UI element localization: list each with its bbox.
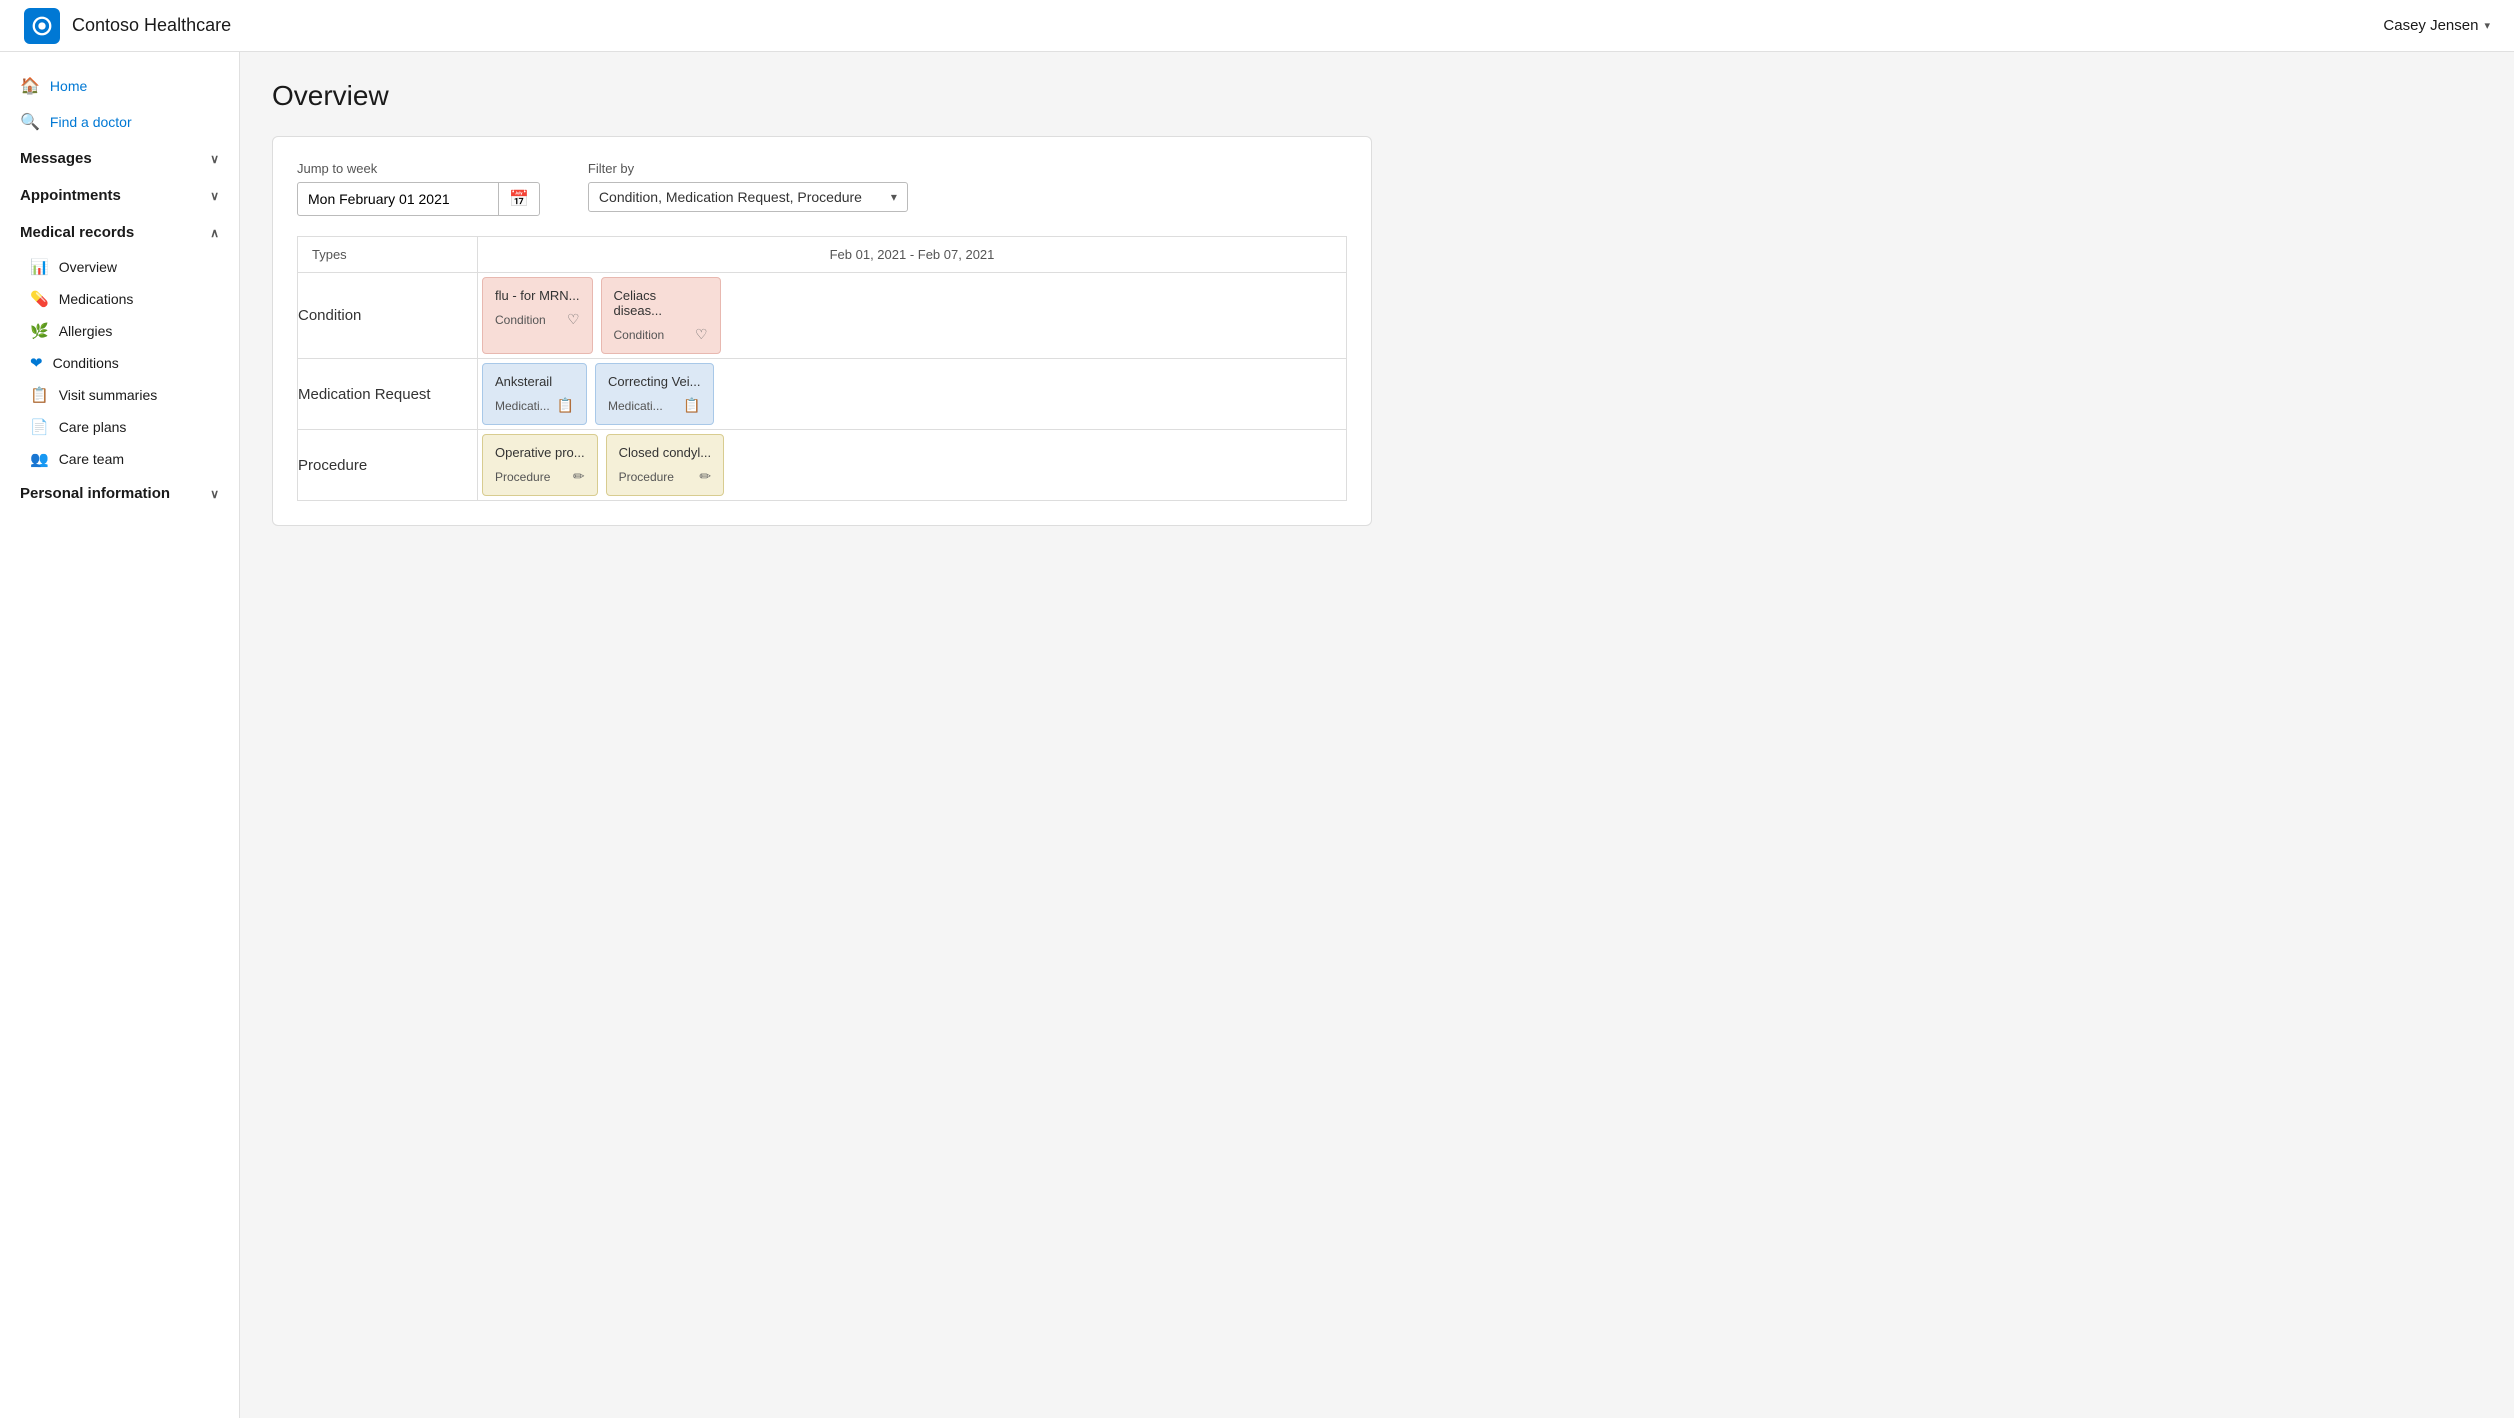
sidebar-section-medical-records[interactable]: Medical records ∧ [0,214,239,251]
visit-summaries-icon: 📋 [30,386,49,404]
filter-by-label: Filter by [588,161,908,176]
record-icon-1-1: 📋 [683,397,700,414]
personal-information-chevron: ∨ [210,487,219,501]
calendar-button[interactable]: 📅 [498,183,539,215]
record-title-2-1: Closed condyl... [619,445,712,460]
care-plans-label: Care plans [59,419,127,435]
personal-information-label: Personal information [20,485,170,502]
app-title: Contoso Healthcare [72,15,231,36]
conditions-icon: ❤ [30,354,43,372]
jump-to-week-group: Jump to week 📅 [297,161,540,216]
sidebar: 🏠 Home 🔍 Find a doctor Messages ∨ Appoin… [0,52,240,1418]
record-icon-0-1: ♡ [695,326,708,343]
messages-chevron: ∨ [210,152,219,166]
record-title-1-0: Anksterail [495,374,574,389]
sidebar-section-messages[interactable]: Messages ∨ [0,140,239,177]
care-plans-icon: 📄 [30,418,49,436]
record-type-1-1: Medicati... [608,399,663,413]
date-input[interactable] [298,185,498,213]
record-type-2-0: Procedure [495,470,550,484]
record-icon-1-0: 📋 [557,397,574,414]
sidebar-item-care-team[interactable]: 👥 Care team [0,443,239,475]
appointments-label: Appointments [20,187,121,204]
row-type-0: Condition [298,273,478,359]
medical-records-chevron: ∧ [210,226,219,240]
sidebar-item-medications[interactable]: 💊 Medications [0,283,239,315]
overview-icon: 📊 [30,258,49,276]
row-records-2: Operative pro...Procedure✏Closed condyl.… [478,430,1347,501]
allergies-icon: 🌿 [30,322,49,340]
appointments-chevron: ∨ [210,189,219,203]
care-team-label: Care team [59,451,124,467]
sidebar-item-find-doctor[interactable]: 🔍 Find a doctor [0,104,239,140]
record-title-1-1: Correcting Vei... [608,374,701,389]
jump-to-week-label: Jump to week [297,161,540,176]
sidebar-item-overview[interactable]: 📊 Overview [0,251,239,283]
date-input-wrapper: 📅 [297,182,540,216]
find-doctor-icon: 🔍 [20,112,40,132]
filter-by-group: Filter by Condition, Medication Request,… [588,161,908,212]
sidebar-section-personal-information[interactable]: Personal information ∨ [0,475,239,512]
page-title: Overview [272,80,2482,112]
record-icon-2-1: ✏ [699,468,711,485]
medications-icon: 💊 [30,290,49,308]
col-types-header: Types [298,237,478,273]
app-header: Contoso Healthcare Casey Jensen ▾ [0,0,2514,52]
sidebar-item-care-plans[interactable]: 📄 Care plans [0,411,239,443]
user-menu[interactable]: Casey Jensen ▾ [2383,17,2490,34]
row-type-2: Procedure [298,430,478,501]
filter-value: Condition, Medication Request, Procedure [599,189,883,205]
row-records-0: flu - for MRN...Condition♡Celiacs diseas… [478,273,1347,359]
record-type-1-0: Medicati... [495,399,550,413]
overview-label: Overview [59,259,117,275]
record-card-1-1[interactable]: Correcting Vei... Medicati... 📋 [595,363,714,425]
record-title-0-0: flu - for MRN... [495,288,580,303]
record-type-0-1: Condition [614,328,665,342]
row-type-1: Medication Request [298,359,478,430]
record-icon-0-0: ♡ [567,311,580,328]
record-card-0-1[interactable]: Celiacs diseas... Condition ♡ [601,277,721,354]
col-dates-header: Feb 01, 2021 - Feb 07, 2021 [478,237,1347,273]
row-records-1: Anksterail Medicati... 📋 Correcting Vei... M… [478,359,1347,430]
record-card-1-0[interactable]: Anksterail Medicati... 📋 [482,363,587,425]
user-menu-chevron: ▾ [2484,19,2490,32]
record-title-0-1: Celiacs diseas... [614,288,708,318]
main-content: Overview Jump to week 📅 Filter by Condit… [240,52,2514,1418]
record-icon-2-0: ✏ [573,468,585,485]
filter-chevron: ▾ [891,190,897,204]
overview-card: Jump to week 📅 Filter by Condition, Medi… [272,136,1372,526]
record-card-0-0[interactable]: flu - for MRN... Condition ♡ [482,277,593,354]
sidebar-item-visit-summaries[interactable]: 📋 Visit summaries [0,379,239,411]
record-type-2-1: Procedure [619,470,674,484]
sidebar-home-label: Home [50,78,87,94]
overview-table: Types Feb 01, 2021 - Feb 07, 2021 Condit… [297,236,1347,501]
medications-label: Medications [59,291,134,307]
conditions-label: Conditions [53,355,119,371]
sidebar-find-doctor-label: Find a doctor [50,114,132,130]
care-team-icon: 👥 [30,450,49,468]
allergies-label: Allergies [59,323,113,339]
controls-row: Jump to week 📅 Filter by Condition, Medi… [297,161,1347,216]
app-layout: 🏠 Home 🔍 Find a doctor Messages ∨ Appoin… [0,52,2514,1418]
medical-records-label: Medical records [20,224,134,241]
filter-select[interactable]: Condition, Medication Request, Procedure… [588,182,908,212]
record-title-2-0: Operative pro... [495,445,585,460]
app-logo [24,8,60,44]
sidebar-item-home[interactable]: 🏠 Home [0,68,239,104]
visit-summaries-label: Visit summaries [59,387,158,403]
sidebar-section-appointments[interactable]: Appointments ∨ [0,177,239,214]
record-card-2-0[interactable]: Operative pro... Procedure ✏ [482,434,598,496]
header-left: Contoso Healthcare [24,8,231,44]
messages-label: Messages [20,150,92,167]
record-card-2-1[interactable]: Closed condyl... Procedure ✏ [606,434,725,496]
record-type-0-0: Condition [495,313,546,327]
sidebar-item-allergies[interactable]: 🌿 Allergies [0,315,239,347]
home-icon: 🏠 [20,76,40,96]
sidebar-item-conditions[interactable]: ❤ Conditions [0,347,239,379]
user-name: Casey Jensen [2383,17,2478,34]
